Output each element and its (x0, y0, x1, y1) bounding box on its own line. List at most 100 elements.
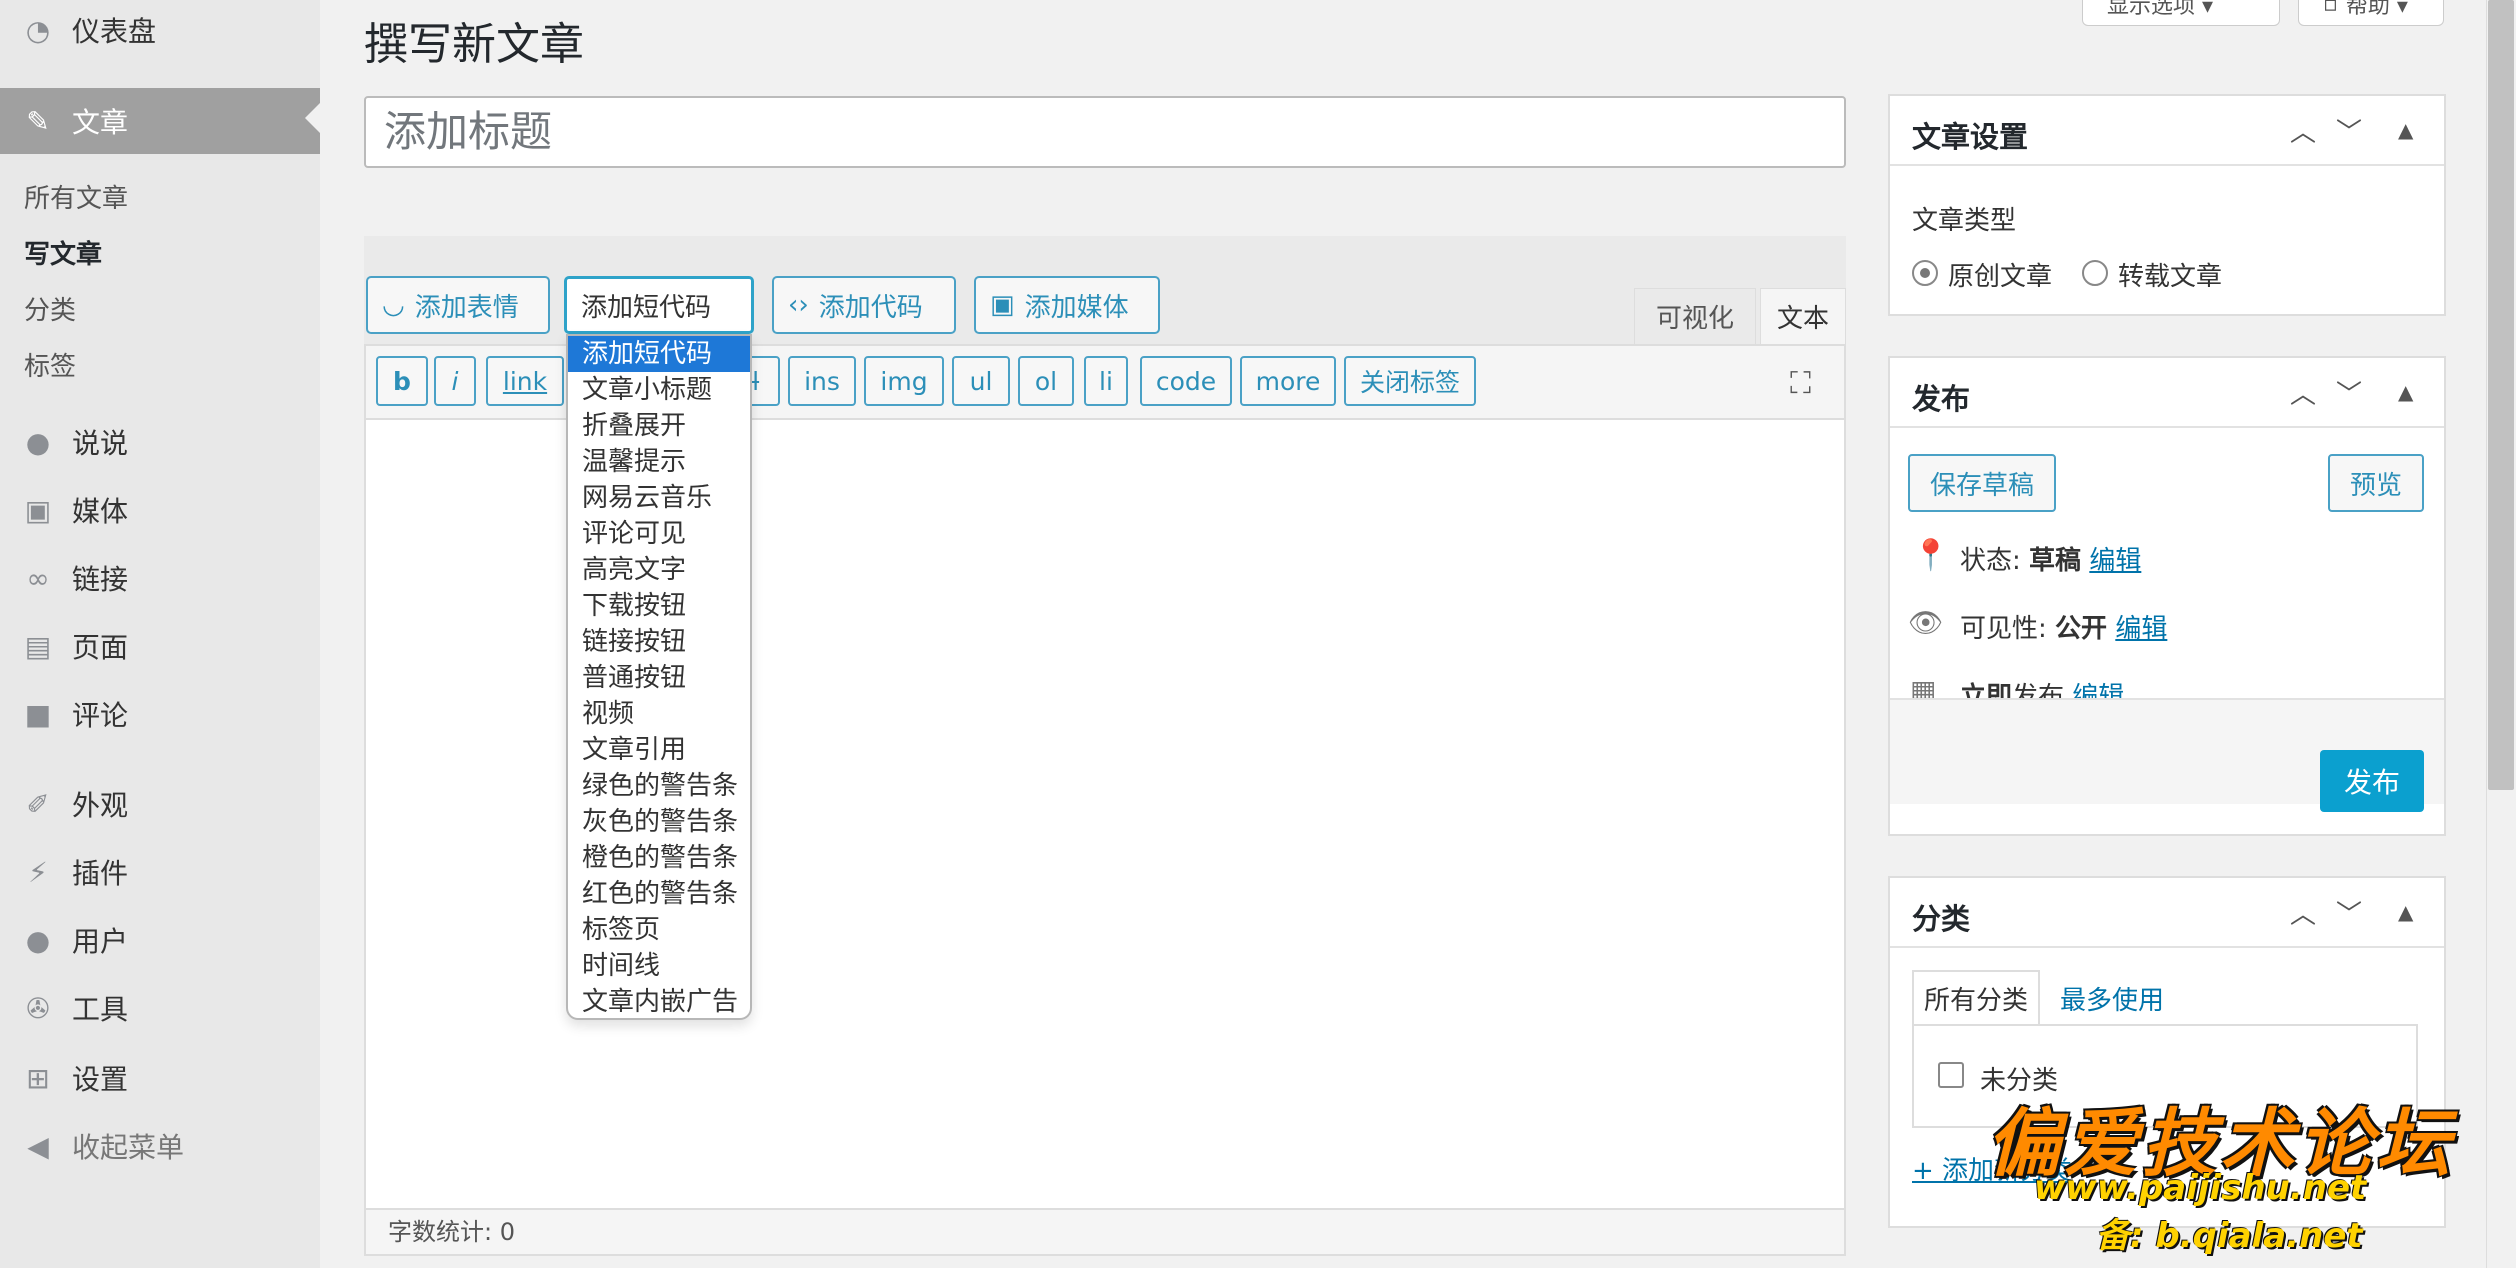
sidebar-item-settings[interactable]: ⊞ 设置 (0, 1048, 320, 1108)
submenu-categories[interactable]: 分类 (24, 290, 76, 327)
category-checkbox[interactable] (1938, 1062, 1964, 1088)
add-media-button[interactable]: ▣ 添加媒体 (974, 276, 1160, 334)
sidebar-item-plugins[interactable]: ⚡ 插件 (0, 842, 320, 902)
sidebar-item-label: 链接 (72, 563, 129, 596)
fullscreen-icon[interactable]: ⛶ (1790, 366, 1811, 401)
collapse-arrow-icon: ◀ (27, 1129, 49, 1163)
shortcode-option[interactable]: 标签页 (568, 912, 750, 948)
shortcode-option[interactable]: 高亮文字 (568, 552, 750, 588)
shortcode-option[interactable]: 文章内嵌广告 (568, 984, 750, 1020)
submenu-tags[interactable]: 标签 (24, 346, 76, 383)
shortcode-select-value: 添加短代码 (581, 292, 712, 323)
tab-visual[interactable]: 可视化 (1634, 288, 1756, 344)
shortcode-option[interactable]: 温馨提示 (568, 444, 750, 480)
add-emoji-button[interactable]: ◡ 添加表情 (366, 276, 550, 334)
panel-title: 分类 (1912, 902, 1971, 936)
shortcode-option[interactable]: 评论可见 (568, 516, 750, 552)
comment-icon: ■ (24, 697, 52, 731)
sidebar-item-tools[interactable]: ✇ 工具 (0, 978, 320, 1038)
quicktag-more[interactable]: more (1240, 356, 1336, 406)
media-icon: ▣ (990, 290, 1015, 320)
shortcode-option[interactable]: 文章引用 (568, 732, 750, 768)
sidebar-item-moments[interactable]: ● 说说 (0, 412, 320, 472)
sidebar-item-users[interactable]: ● 用户 (0, 910, 320, 970)
plugin-icon: ⚡ (28, 855, 48, 889)
preview-button[interactable]: 预览 (2328, 454, 2424, 512)
radio-repost[interactable] (2082, 260, 2108, 286)
screen-options-button[interactable]: 显示选项 ▾ (2082, 0, 2280, 26)
add-code-button[interactable]: ‹› 添加代码 (772, 276, 956, 334)
shortcode-option[interactable]: 添加短代码 (568, 336, 750, 372)
move-down-icon[interactable]: ﹀ (2336, 894, 2362, 931)
quicktag-close-tags[interactable]: 关闭标签 (1344, 356, 1476, 406)
forum-watermark: 偏爱技术论坛 www.paijishu.net 备: b.qiala.net (1986, 1084, 2496, 1258)
shortcode-option[interactable]: 网易云音乐 (568, 480, 750, 516)
post-title-input[interactable]: 添加标题 (364, 96, 1846, 168)
sidebar-item-label: 媒体 (72, 495, 129, 528)
word-count: 字数统计: 0 (364, 1208, 1846, 1256)
toggle-panel-icon[interactable]: ▲ (2398, 380, 2413, 404)
radio-original[interactable] (1912, 260, 1938, 286)
sidebar-item-posts[interactable]: ✎ 文章 (0, 88, 320, 154)
quicktag-li[interactable]: li (1084, 356, 1128, 406)
submenu-new-post[interactable]: 写文章 (24, 234, 102, 271)
shortcode-option[interactable]: 灰色的警告条 (568, 804, 750, 840)
shortcode-option[interactable]: 绿色的警告条 (568, 768, 750, 804)
shortcode-option[interactable]: 红色的警告条 (568, 876, 750, 912)
sidebar-item-pages[interactable]: ▤ 页面 (0, 616, 320, 676)
sidebar-item-label: 评论 (72, 699, 129, 732)
scrollbar-thumb[interactable] (2488, 0, 2514, 790)
save-draft-button[interactable]: 保存草稿 (1908, 454, 2056, 512)
wrench-icon: ✇ (26, 991, 50, 1025)
edit-visibility-link[interactable]: 编辑 (2115, 614, 2167, 644)
move-down-icon[interactable]: ﹀ (2336, 374, 2362, 411)
dashboard-icon: ◔ (25, 13, 51, 47)
shortcode-option[interactable]: 视频 (568, 696, 750, 732)
shortcode-option[interactable]: 时间线 (568, 948, 750, 984)
publish-button[interactable]: 发布 (2320, 750, 2424, 812)
shortcode-option[interactable]: 橙色的警告条 (568, 840, 750, 876)
toggle-panel-icon[interactable]: ▲ (2398, 900, 2413, 924)
sidebar-item-label: 工具 (72, 993, 129, 1026)
sidebar-item-media[interactable]: ▣ 媒体 (0, 480, 320, 540)
sidebar-item-comments[interactable]: ■ 评论 (0, 684, 320, 744)
quicktag-ins[interactable]: ins (788, 356, 856, 406)
collapse-menu-button[interactable]: ◀ 收起菜单 (0, 1116, 320, 1176)
quicktag-ul[interactable]: ul (952, 356, 1010, 406)
status-row: 状态: 草稿 编辑 (1960, 540, 2141, 577)
eye-icon: 👁 (1908, 606, 1944, 639)
shortcode-dropdown: 添加短代码 文章小标题 折叠展开 温馨提示 网易云音乐 评论可见 高亮文字 下载… (566, 334, 752, 1020)
quicktag-img[interactable]: img (864, 356, 944, 406)
radio-repost-label: 转载文章 (2118, 262, 2223, 292)
pin-icon: ✎ (26, 104, 50, 138)
quicktag-link[interactable]: link (486, 356, 564, 406)
quicktag-ol[interactable]: ol (1018, 356, 1074, 406)
sidebar-item-label: 说说 (72, 427, 129, 460)
shortcode-option[interactable]: 文章小标题 (568, 372, 750, 408)
sidebar-item-links[interactable]: ∞ 链接 (0, 548, 320, 608)
toggle-panel-icon[interactable]: ▲ (2398, 118, 2413, 142)
move-down-icon[interactable]: ﹀ (2336, 112, 2362, 149)
quicktag-italic[interactable]: i (434, 356, 476, 406)
edit-status-link[interactable]: 编辑 (2089, 546, 2141, 576)
watermark-backup-url: 备: b.qiala.net (2096, 1216, 2363, 1256)
shortcode-option[interactable]: 折叠展开 (568, 408, 750, 444)
panel-title: 发布 (1912, 382, 1971, 416)
shortcode-option[interactable]: 普通按钮 (568, 660, 750, 696)
shortcode-select[interactable]: 添加短代码 (564, 276, 754, 334)
tab-text[interactable]: 文本 (1760, 288, 1846, 344)
shortcode-option[interactable]: 下载按钮 (568, 588, 750, 624)
tab-most-used[interactable]: 最多使用 (2060, 980, 2164, 1017)
move-up-icon[interactable]: ︿ (2290, 374, 2316, 411)
quicktag-code[interactable]: code (1140, 356, 1232, 406)
sidebar-item-dashboard[interactable]: ◔ 仪表盘 (0, 0, 320, 60)
quicktag-bold[interactable]: b (376, 356, 428, 406)
move-up-icon[interactable]: ︿ (2290, 894, 2316, 931)
help-button[interactable]: ▫ 帮助 ▾ (2298, 0, 2444, 26)
shortcode-option[interactable]: 链接按钮 (568, 624, 750, 660)
move-up-icon[interactable]: ︿ (2290, 112, 2316, 149)
sidebar-item-appearance[interactable]: ✐ 外观 (0, 774, 320, 834)
submenu-all-posts[interactable]: 所有文章 (24, 178, 128, 215)
visibility-value: 公开 (2055, 614, 2108, 644)
tab-all-categories[interactable]: 所有分类 (1924, 980, 2028, 1017)
